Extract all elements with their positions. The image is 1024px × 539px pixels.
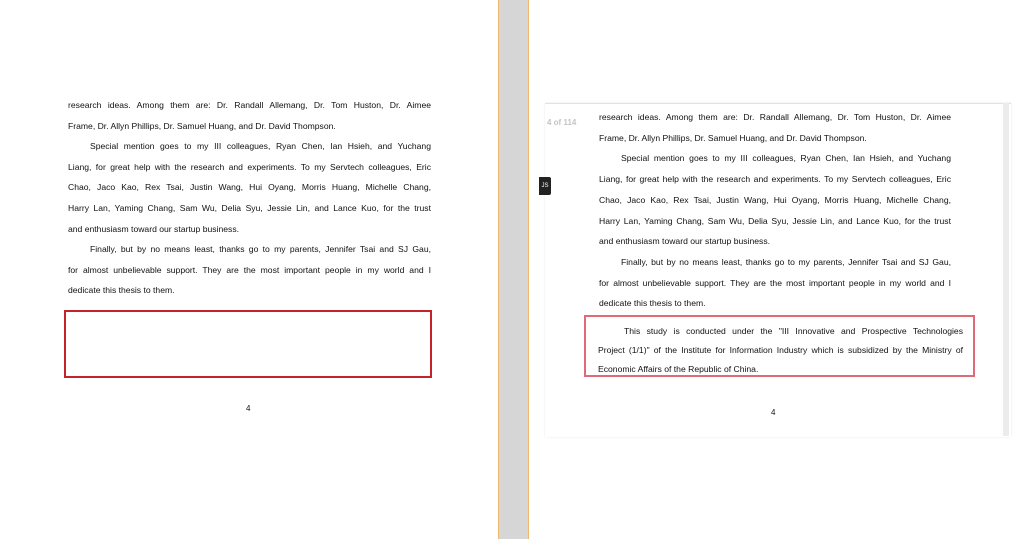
right-paragraph-3: Finally, but by no means least, thanks g… — [599, 252, 951, 314]
funding-note-box: This study is conducted under the "III I… — [584, 315, 975, 377]
left-body-text: research ideas. Among them are: Dr. Rand… — [68, 95, 431, 301]
funding-note-line: Economic Affairs of the Republic of Chin… — [598, 364, 759, 374]
left-paragraph-1: research ideas. Among them are: Dr. Rand… — [68, 95, 431, 136]
text-line: Frame, Dr. Allyn Phillips, Dr. Samuel Hu… — [599, 132, 867, 143]
text-line: for almost unbelievable support. They ar… — [599, 277, 951, 288]
text-line: and enthusiasm toward our startup busine… — [599, 236, 771, 247]
text-line: Finally, but by no means least, thanks g… — [90, 244, 431, 255]
page-number: 4 — [771, 408, 776, 417]
text-line: research ideas. Among them are: Dr. Rand… — [599, 112, 951, 122]
page-counter: 4 of 114 — [547, 118, 577, 127]
text-line: dedicate this thesis to them. — [599, 298, 706, 309]
vertical-scrollbar[interactable] — [1003, 103, 1009, 436]
highlight-box-empty — [64, 310, 432, 378]
text-line: research ideas. Among them are: Dr. Rand… — [68, 100, 431, 110]
text-line: Harry Lan, Yaming Chang, Sam Wu, Delia S… — [68, 202, 431, 213]
right-paragraph-1: research ideas. Among them are: Dr. Rand… — [599, 107, 951, 148]
left-document-page: research ideas. Among them are: Dr. Rand… — [0, 0, 499, 539]
left-paragraph-3: Finally, but by no means least, thanks g… — [68, 239, 431, 301]
text-line: Liang, for great help with the research … — [68, 161, 431, 172]
text-line: Frame, Dr. Allyn Phillips, Dr. Samuel Hu… — [68, 120, 336, 131]
text-line: Finally, but by no means least, thanks g… — [621, 256, 951, 267]
text-line: and enthusiasm toward our startup busine… — [68, 223, 240, 234]
side-panel-tab[interactable]: JS — [539, 177, 551, 195]
text-line: dedicate this thesis to them. — [68, 285, 175, 296]
gutter-divider — [499, 0, 528, 539]
funding-note-line: Project (1/1)" of the Institute for Info… — [598, 345, 963, 355]
text-line: Harry Lan, Yaming Chang, Sam Wu, Delia S… — [599, 215, 951, 226]
funding-note-line: This study is conducted under the "III I… — [624, 326, 963, 336]
text-line: Special mention goes to my III colleague… — [90, 141, 431, 152]
right-viewer-pane: 4 of 114 JS research ideas. Among them a… — [528, 0, 1024, 539]
page-number: 4 — [246, 404, 251, 413]
text-line: for almost unbelievable support. They ar… — [68, 264, 431, 275]
right-body-text: research ideas. Among them are: Dr. Rand… — [599, 107, 951, 314]
right-paragraph-2: Special mention goes to my III colleague… — [599, 148, 951, 252]
text-line: Special mention goes to my III colleague… — [621, 153, 951, 164]
text-line: Chao, Jaco Kao, Rex Tsai, Justin Wang, H… — [599, 194, 951, 205]
left-paragraph-2: Special mention goes to my III colleague… — [68, 136, 431, 239]
text-line: Chao, Jaco Kao, Rex Tsai, Justin Wang, H… — [68, 182, 431, 193]
text-line: Liang, for great help with the research … — [599, 174, 951, 185]
